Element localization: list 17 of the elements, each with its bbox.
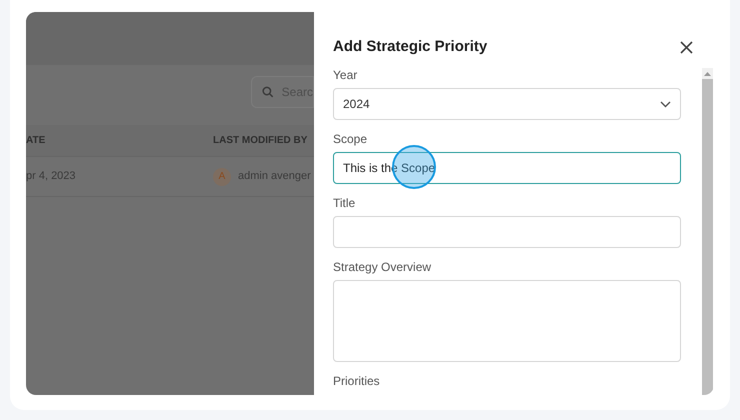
search-icon (262, 86, 274, 98)
chevron-down-icon (660, 100, 671, 108)
year-select[interactable]: 2024 (333, 88, 681, 120)
field-label: Scope (333, 131, 368, 148)
drawer-title: Add Strategic Priority (333, 36, 488, 57)
text-field[interactable] (333, 216, 681, 248)
close-icon[interactable] (680, 40, 693, 54)
scrollbar[interactable] (702, 68, 713, 395)
column-header[interactable]: ATE (26, 133, 213, 148)
scroll-up-arrow-icon[interactable] (704, 71, 711, 76)
field-label: Title (333, 195, 356, 212)
text-area[interactable] (333, 280, 681, 362)
user-avatar: A (213, 168, 231, 186)
column-header[interactable]: LAST MODIFIED BY (213, 133, 308, 148)
field-label: Strategy Overview (333, 259, 432, 276)
field-label: Priorities (333, 373, 381, 390)
field-label: Year (333, 67, 358, 84)
